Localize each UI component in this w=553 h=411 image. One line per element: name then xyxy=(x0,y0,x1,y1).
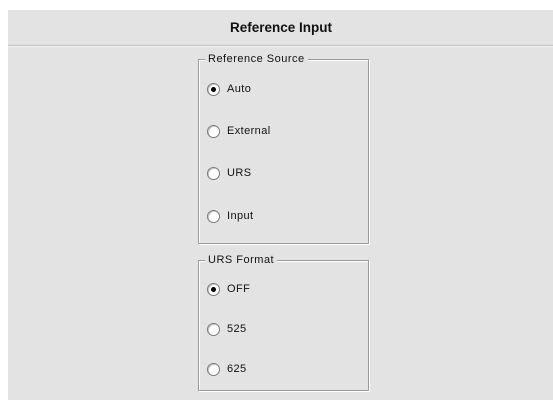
radio-label-input: Input xyxy=(227,210,254,222)
radio-option-625[interactable]: 625 xyxy=(207,360,247,378)
radio-button-525[interactable] xyxy=(207,322,220,336)
radio-label-urs: URS xyxy=(227,167,252,179)
radio-option-auto[interactable]: Auto xyxy=(207,80,251,98)
reference-input-panel: Reference Input Reference Source Auto Ex… xyxy=(8,9,553,400)
radio-label-525: 525 xyxy=(227,323,247,335)
radio-button-625[interactable] xyxy=(207,362,220,376)
radio-option-525[interactable]: 525 xyxy=(207,320,247,338)
urs-format-group: URS Format OFF 525 625 xyxy=(198,252,369,391)
radio-button-input[interactable] xyxy=(207,209,220,223)
radio-option-external[interactable]: External xyxy=(207,122,271,140)
radio-label-external: External xyxy=(227,125,271,137)
radio-button-auto[interactable] xyxy=(207,82,220,96)
panel-header: Reference Input xyxy=(8,10,553,46)
radio-button-urs[interactable] xyxy=(207,166,220,180)
radio-option-input[interactable]: Input xyxy=(207,207,253,225)
radio-label-off: OFF xyxy=(227,283,251,295)
radio-label-auto: Auto xyxy=(227,83,252,95)
page-title: Reference Input xyxy=(229,20,333,35)
radio-option-off[interactable]: OFF xyxy=(207,280,250,298)
radio-option-urs[interactable]: URS xyxy=(207,164,251,182)
reference-source-group-title: Reference Source xyxy=(205,51,308,67)
radio-label-625: 625 xyxy=(227,363,247,375)
radio-button-external[interactable] xyxy=(207,124,220,138)
reference-source-group: Reference Source Auto External URS Input xyxy=(198,51,369,244)
radio-button-off[interactable] xyxy=(207,282,220,296)
urs-format-group-title: URS Format xyxy=(205,252,278,268)
